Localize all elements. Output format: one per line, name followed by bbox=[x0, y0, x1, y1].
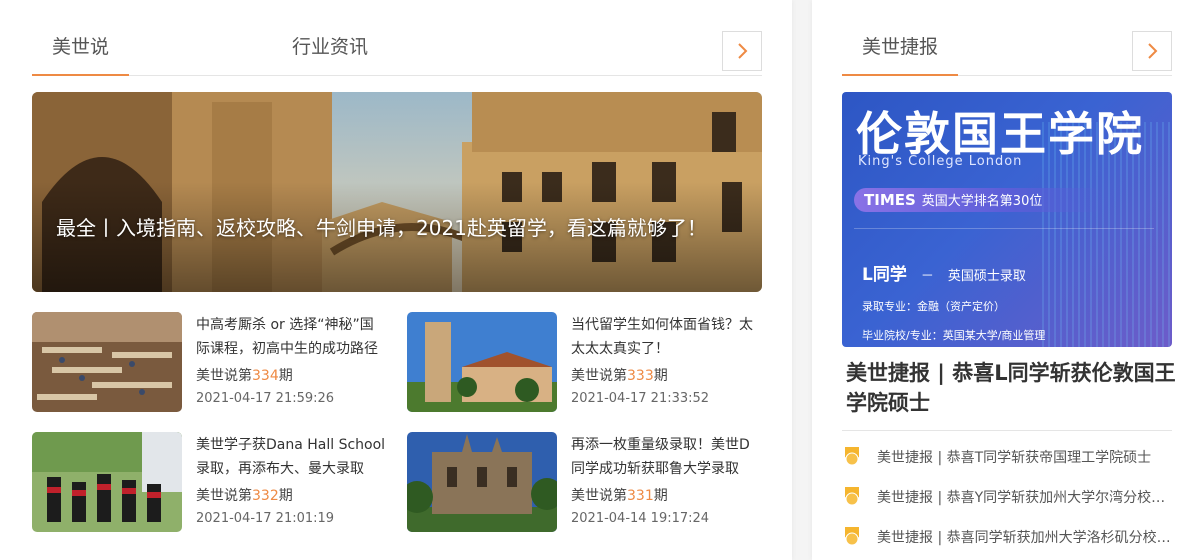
article-thumbnail-gothic-building bbox=[407, 432, 557, 532]
news-title[interactable]: 美世捷报 | 恭喜同学斩获加州大学洛杉矶分校硕士 bbox=[877, 527, 1172, 547]
tab-industry-news[interactable]: 行业资讯 bbox=[272, 32, 388, 76]
hero-caption: 最全丨入境指南、返校攻略、牛剑申请，2021赴英留学，看这篇就够了！ bbox=[56, 216, 707, 240]
article-thumbnail-graduates bbox=[32, 432, 182, 532]
article-issue: 美世说第334期 bbox=[196, 368, 293, 384]
article-title[interactable]: 中高考厮杀 or 选择“神秘”国际课程，初高中生的成功路径 bbox=[196, 313, 386, 361]
tab-bar: 美世捷报 bbox=[842, 20, 1172, 76]
admitted-major: 录取专业：金融（资产定价） bbox=[862, 300, 1005, 313]
medal-icon bbox=[845, 487, 859, 506]
graduated-school: 毕业院校/专业：英国某大学/商业管理 bbox=[862, 329, 1046, 342]
article-card[interactable]: 当代留学生如何体面省钱？太太太太真实了！ 美世说第333期 2021-04-17… bbox=[407, 312, 767, 412]
article-date: 2021-04-17 21:33:52 bbox=[571, 391, 710, 406]
divider bbox=[854, 228, 1154, 229]
tab-meishishuo[interactable]: 美世说 bbox=[32, 32, 130, 76]
chevron-right-icon bbox=[1148, 43, 1158, 59]
article-issue: 美世说第332期 bbox=[196, 488, 293, 504]
article-issue: 美世说第333期 bbox=[571, 368, 668, 384]
article-card[interactable]: 中高考厮杀 or 选择“神秘”国际课程，初高中生的成功路径 美世说第334期 2… bbox=[32, 312, 392, 412]
news-list-item[interactable]: 美世捷报 | 恭喜同学斩获加州大学洛杉矶分校硕士 bbox=[842, 525, 1172, 547]
ranking-pill: TIMES 英国大学排名第30位 bbox=[854, 188, 1104, 212]
article-card[interactable]: 美世学子获Dana Hall School录取，再添布大、曼大录取 美世说第33… bbox=[32, 432, 392, 532]
article-date: 2021-04-17 21:59:26 bbox=[196, 391, 335, 406]
article-title[interactable]: 当代留学生如何体面省钱？太太太太真实了！ bbox=[571, 313, 761, 361]
hero-image bbox=[32, 92, 762, 292]
article-date: 2021-04-14 19:17:24 bbox=[571, 511, 710, 526]
article-date: 2021-04-17 21:01:19 bbox=[196, 511, 335, 526]
article-title[interactable]: 美世学子获Dana Hall School录取，再添布大、曼大录取 bbox=[196, 433, 386, 481]
next-button[interactable] bbox=[1132, 31, 1172, 71]
hero-banner[interactable]: 最全丨入境指南、返校攻略、牛剑申请，2021赴英留学，看这篇就够了！ bbox=[32, 92, 762, 292]
news-list-item[interactable]: 美世捷报 | 恭喜Y同学斩获加州大学尔湾分校硕士 bbox=[842, 485, 1172, 507]
featured-news-title[interactable]: 美世捷报 | 恭喜L同学斩获伦敦国王学院硕士 bbox=[846, 358, 1176, 418]
article-thumbnail-library bbox=[32, 312, 182, 412]
news-panel-meishishuo: 美世说 行业资讯 最全丨入境指南、返校攻略、牛剑申请，2021赴英留学，看这篇就… bbox=[0, 0, 792, 560]
promo-subtitle: King's College London bbox=[858, 154, 1023, 169]
chevron-right-icon bbox=[738, 43, 748, 59]
medal-icon bbox=[845, 447, 859, 466]
next-button[interactable] bbox=[722, 31, 762, 71]
news-title[interactable]: 美世捷报 | 恭喜Y同学斩获加州大学尔湾分校硕士 bbox=[877, 487, 1172, 507]
news-list-item[interactable]: 美世捷报 | 恭喜T同学斩获帝国理工学院硕士 bbox=[842, 445, 1172, 467]
divider bbox=[842, 430, 1172, 431]
news-panel-jiebao: 美世捷报 伦敦国王学院 King's College London TIMES 英… bbox=[812, 0, 1204, 560]
medal-icon bbox=[845, 527, 859, 546]
article-card[interactable]: 再添一枚重量级录取！美世D同学成功斩获耶鲁大学录取 美世说第331期 2021-… bbox=[407, 432, 767, 532]
admission-promo-banner[interactable]: 伦敦国王学院 King's College London TIMES 英国大学排名… bbox=[842, 92, 1172, 347]
article-issue: 美世说第331期 bbox=[571, 488, 668, 504]
tab-meishi-jiebao[interactable]: 美世捷报 bbox=[842, 32, 959, 76]
article-title[interactable]: 再添一枚重量级录取！美世D同学成功斩获耶鲁大学录取 bbox=[571, 433, 761, 481]
student-line: L同学－英国硕士录取 bbox=[862, 265, 1026, 285]
article-thumbnail-campus-tower bbox=[407, 312, 557, 412]
news-title[interactable]: 美世捷报 | 恭喜T同学斩获帝国理工学院硕士 bbox=[877, 447, 1172, 467]
issue-number: 333 bbox=[627, 368, 654, 384]
issue-number: 334 bbox=[252, 368, 279, 384]
tab-bar: 美世说 行业资讯 bbox=[32, 20, 762, 76]
issue-number: 332 bbox=[252, 488, 279, 504]
issue-number: 331 bbox=[627, 488, 654, 504]
